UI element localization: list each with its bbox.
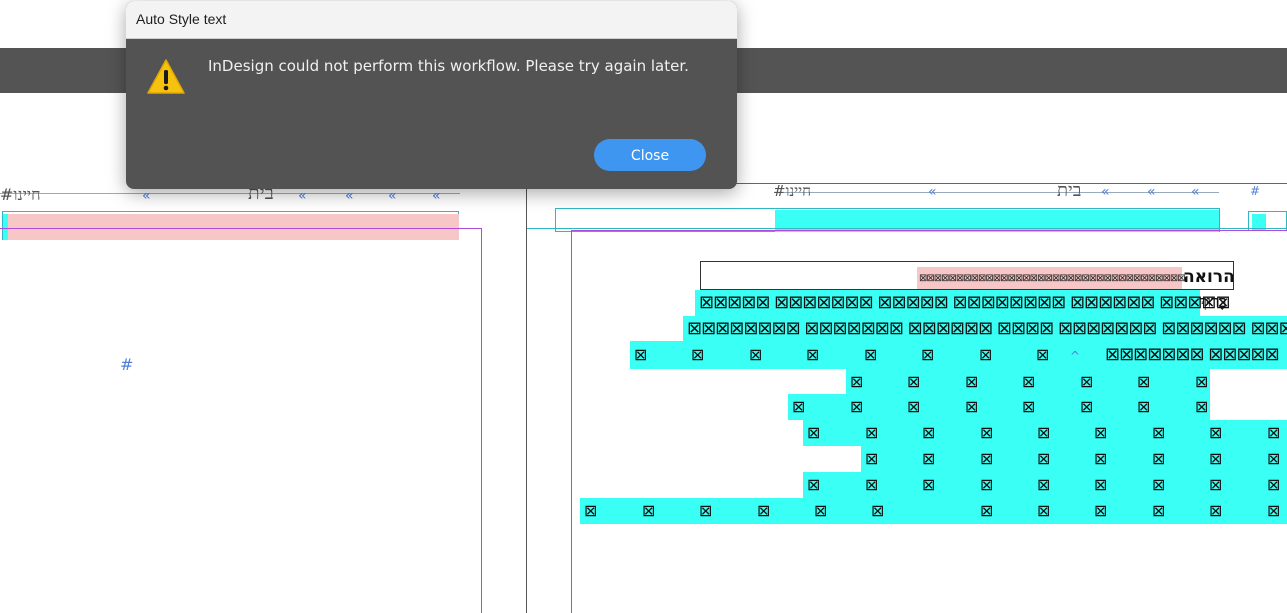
heading-text: הרואה: [1183, 267, 1235, 287]
right-hash-marker: #: [1250, 184, 1261, 198]
glyph-box: ⊠: [1267, 449, 1281, 468]
right-guillemet-2: «: [1101, 184, 1110, 200]
body-line-3-glyphs: ⊠⊠⊠⊠⊠⊠⊠⊠ ⊠⊠⊠⊠⊠⊠⊠ ⊠⊠⊠⊠⊠⊠ ⊠⊠⊠⊠ ⊠⊠⊠⊠⊠⊠⊠ ⊠⊠⊠…: [687, 318, 1287, 339]
warning-icon: [146, 57, 186, 97]
glyph-box: ⊠: [1152, 475, 1166, 494]
glyph-box: ⊠: [1152, 423, 1166, 442]
glyph-box: ⊠: [1152, 449, 1166, 468]
dialog-message: InDesign could not perform this workflow…: [208, 57, 689, 75]
glyph-box: ⊠: [1195, 372, 1209, 391]
glyph-box: ⊠: [1195, 397, 1209, 416]
glyph-box: ⊠: [980, 423, 994, 442]
glyph-box: ⊠: [907, 397, 921, 416]
dialog-title: Auto Style text: [136, 11, 227, 27]
glyph-box: ⊠: [1080, 372, 1094, 391]
glyph-box: ⊠: [749, 345, 763, 364]
glyph-box: ⊠: [1209, 501, 1223, 520]
caret-marker: ^: [1070, 349, 1081, 363]
glyph-box: ⊠: [1209, 449, 1223, 468]
left-guillemet-4: «: [388, 188, 397, 204]
glyph-box: ⊠: [699, 501, 713, 520]
glyph-box: ⊠: [814, 501, 828, 520]
right-running-head-word: בית: [1057, 180, 1082, 201]
glyph-box: ⊠: [1137, 372, 1151, 391]
glyph-box: ⊠: [865, 449, 879, 468]
glyph-box: ⊠: [864, 345, 878, 364]
glyph-box: ⊠: [1037, 449, 1051, 468]
left-frame-handle[interactable]: [2, 214, 8, 240]
body-line-4-glyphs: ⊠⊠⊠⊠⊠⊠⊠ ⊠⊠⊠⊠⊠: [1105, 344, 1280, 365]
glyph-box: ⊠: [1267, 423, 1281, 442]
body-line-2-glyphs: ⊠⊠⊠⊠⊠ ⊠⊠⊠⊠⊠⊠⊠ ⊠⊠⊠⊠⊠ ⊠⊠⊠⊠⊠⊠⊠⊠ ⊠⊠⊠⊠⊠⊠ ⊠⊠⊠⊠…: [699, 292, 1231, 313]
glyph-box: ⊠: [980, 501, 994, 520]
glyph-box: ⊠: [865, 475, 879, 494]
glyph-box: ⊠: [865, 423, 879, 442]
left-margin-guide-top: [0, 228, 482, 229]
left-margin-guide-right: [481, 228, 482, 613]
glyph-box: ⊠: [1152, 501, 1166, 520]
glyph-box: ⊠: [922, 449, 936, 468]
glyph-box: ⊠: [980, 475, 994, 494]
right-guillemet-1: «: [928, 184, 937, 200]
glyph-box: ⊠: [1094, 501, 1108, 520]
glyph-box: ⊠: [1209, 475, 1223, 494]
glyph-box: ⊠: [1137, 397, 1151, 416]
left-hash-marker: #: [120, 355, 134, 374]
heading-missing-glyph-run: ⊠⊠⊠⊠⊠⊠⊠⊠⊠⊠⊠⊠⊠⊠⊠⊠⊠⊠⊠⊠⊠⊠⊠⊠⊠⊠⊠⊠⊠⊠⊠⊠⊠⊠⊠⊠: [919, 273, 1186, 284]
glyph-box: ⊠: [1037, 423, 1051, 442]
glyph-box: ⊠: [907, 372, 921, 391]
glyph-box: ⊠: [979, 345, 993, 364]
left-pink-highlight: [5, 214, 459, 240]
glyph-box: ⊠: [965, 397, 979, 416]
dialog-titlebar[interactable]: Auto Style text: [126, 1, 737, 39]
left-running-head-left: #חיינו: [0, 185, 41, 204]
left-guillemet-1: «: [142, 188, 151, 204]
glyph-box: ⊠: [1037, 475, 1051, 494]
glyph-box: ⊠: [850, 372, 864, 391]
glyph-box: ⊠: [850, 397, 864, 416]
glyph-box: ⊠: [1094, 423, 1108, 442]
glyph-box: ⊠: [1209, 423, 1223, 442]
glyph-box: ⊠: [1267, 475, 1281, 494]
body-line-10-highlight: [580, 498, 1287, 524]
glyph-box: ⊠: [807, 423, 821, 442]
glyph-box: ⊠: [634, 345, 648, 364]
glyph-box: ⊠: [921, 345, 935, 364]
auto-style-error-dialog: Auto Style text InDesign could not perfo…: [126, 1, 737, 189]
glyph-box: ⊠: [922, 475, 936, 494]
left-guillemet-3: «: [345, 188, 354, 204]
glyph-box: ⊠: [691, 345, 705, 364]
glyph-box: ⊠: [1094, 449, 1108, 468]
left-guillemet-2: «: [298, 188, 307, 204]
right-guillemet-3: «: [1147, 184, 1156, 200]
glyph-box: ⊠: [806, 345, 820, 364]
glyph-box: ⊠: [965, 372, 979, 391]
right-margin-guide-top: [527, 228, 1287, 229]
glyph-box: ⊠: [1022, 372, 1036, 391]
blessing-word: בָּרוּךְ: [1199, 292, 1227, 311]
glyph-box: ⊠: [922, 423, 936, 442]
right-margin-guide-left: [571, 230, 572, 613]
glyph-box: ⊠: [1094, 475, 1108, 494]
glyph-box: ⊠: [584, 501, 598, 520]
right-guillemet-4: «: [1191, 184, 1200, 200]
spread-divider: [526, 183, 527, 613]
glyph-box: ⊠: [1036, 345, 1050, 364]
glyph-box: ⊠: [642, 501, 656, 520]
glyph-box: ⊠: [807, 475, 821, 494]
close-button[interactable]: Close: [594, 139, 706, 171]
glyph-box: ⊠: [1080, 397, 1094, 416]
glyph-box: ⊠: [871, 501, 885, 520]
left-guillemet-5: «: [432, 188, 441, 204]
glyph-box: ⊠: [757, 501, 771, 520]
glyph-box: ⊠: [1037, 501, 1051, 520]
glyph-box: ⊠: [792, 397, 806, 416]
glyph-box: ⊠: [1267, 501, 1281, 520]
glyph-box: ⊠: [980, 449, 994, 468]
glyph-box: ⊠: [1022, 397, 1036, 416]
right-running-head-left: #חיינו: [773, 182, 812, 200]
right-margin-guide-purple-top: [572, 230, 1287, 231]
